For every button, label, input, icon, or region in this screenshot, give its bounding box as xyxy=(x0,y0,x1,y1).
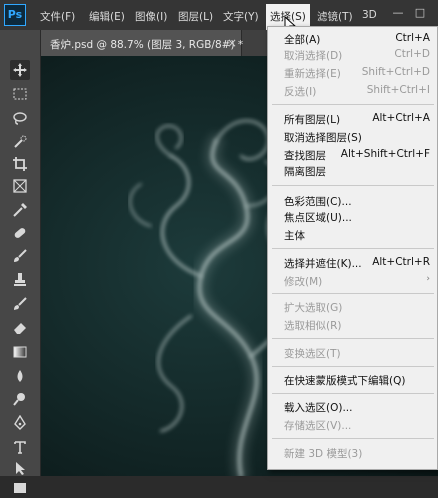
pen-icon[interactable] xyxy=(10,413,30,433)
submenu-arrow-icon: › xyxy=(426,274,430,284)
gradient-icon[interactable] xyxy=(10,342,30,362)
healing-brush-icon[interactable] xyxy=(10,223,30,243)
marquee-icon[interactable] xyxy=(10,84,30,104)
rectangle-icon[interactable] xyxy=(10,478,30,498)
menu-item-reselect[interactable]: 重新选择(E) Shift+Ctrl+D xyxy=(268,65,438,81)
clone-stamp-icon[interactable] xyxy=(10,270,30,290)
menu-separator xyxy=(272,438,434,439)
menu-item-deselect-layers[interactable]: 取消选择图层(S) xyxy=(268,129,438,145)
menu-separator xyxy=(272,185,434,186)
frame-icon[interactable] xyxy=(10,176,30,196)
menu-item-transform-selection[interactable]: 变换选区(T) xyxy=(268,345,438,361)
menu-item-grow[interactable]: 扩大选取(G) xyxy=(268,299,438,315)
menu-item-subject[interactable]: 主体 xyxy=(268,227,438,243)
crop-icon[interactable] xyxy=(10,154,30,174)
menu-item-similar[interactable]: 选取相似(R) xyxy=(268,317,438,333)
menu-type[interactable]: 文字(Y) xyxy=(223,9,259,24)
menu-item-select-and-mask[interactable]: 选择并遮住(K)... Alt+Ctrl+R xyxy=(268,255,438,271)
dodge-icon[interactable] xyxy=(10,389,30,409)
menu-item-focus-area[interactable]: 焦点区域(U)... xyxy=(268,209,438,225)
menu-item-save-selection[interactable]: 存储选区(V)... xyxy=(268,417,438,433)
menu-separator xyxy=(272,393,434,394)
blur-icon[interactable] xyxy=(10,366,30,386)
restore-button[interactable]: □ xyxy=(412,6,428,20)
menu-item-modify[interactable]: 修改(M) › xyxy=(268,273,438,289)
history-brush-icon[interactable] xyxy=(10,294,30,314)
move-icon[interactable] xyxy=(10,60,30,80)
menu-item-deselect[interactable]: 取消选择(D) Ctrl+D xyxy=(268,47,438,63)
menu-item-quick-mask[interactable]: 在快速蒙版模式下编辑(Q) xyxy=(268,372,438,388)
menu-separator xyxy=(272,338,434,339)
menu-item-isolate-layers[interactable]: 隔离图层 xyxy=(268,163,438,179)
type-icon[interactable] xyxy=(10,437,30,457)
menu-item-all-layers[interactable]: 所有图层(L) Alt+Ctrl+A xyxy=(268,111,438,127)
menu-filter[interactable]: 滤镜(T) xyxy=(317,9,353,24)
tools-panel xyxy=(0,30,41,493)
select-menu-dropdown: 全部(A) Ctrl+A 取消选择(D) Ctrl+D 重新选择(E) Shif… xyxy=(267,26,438,470)
document-tab-title: 香炉.psd @ 88.7% (图层 3, RGB/8#) * xyxy=(50,39,244,51)
menu-3d[interactable]: 3D xyxy=(362,9,377,21)
menu-item-inverse[interactable]: 反选(I) Shift+Ctrl+I xyxy=(268,83,438,99)
menu-separator xyxy=(272,366,434,367)
menu-file[interactable]: 文件(F) xyxy=(40,9,75,24)
menu-separator xyxy=(272,293,434,294)
document-tab[interactable]: 香炉.psd @ 88.7% (图层 3, RGB/8#) * × xyxy=(41,30,244,56)
minimize-button[interactable]: — xyxy=(390,6,406,20)
quick-select-icon[interactable] xyxy=(10,132,30,152)
menu-item-color-range[interactable]: 色彩范围(C)... xyxy=(268,193,438,209)
photoshop-logo-icon[interactable]: Ps xyxy=(4,4,26,26)
menu-item-find-layers[interactable]: 查找图层 Alt+Shift+Ctrl+F xyxy=(268,147,438,163)
menu-item-new-3d-extrusion[interactable]: 新建 3D 模型(3) xyxy=(268,445,438,461)
menu-separator xyxy=(272,104,434,105)
path-select-icon[interactable] xyxy=(10,458,30,478)
menu-image[interactable]: 图像(I) xyxy=(135,9,167,24)
menu-item-select-all[interactable]: 全部(A) Ctrl+A xyxy=(268,31,438,47)
eraser-icon[interactable] xyxy=(10,318,30,338)
lasso-icon[interactable] xyxy=(10,108,30,128)
eyedropper-icon[interactable] xyxy=(10,200,30,220)
menu-edit[interactable]: 编辑(E) xyxy=(89,9,125,24)
close-icon[interactable]: × xyxy=(227,36,237,50)
menu-separator xyxy=(272,248,434,249)
menu-layer[interactable]: 图层(L) xyxy=(178,9,213,24)
brush-icon[interactable] xyxy=(10,246,30,266)
menu-item-load-selection[interactable]: 载入选区(O)... xyxy=(268,399,438,415)
